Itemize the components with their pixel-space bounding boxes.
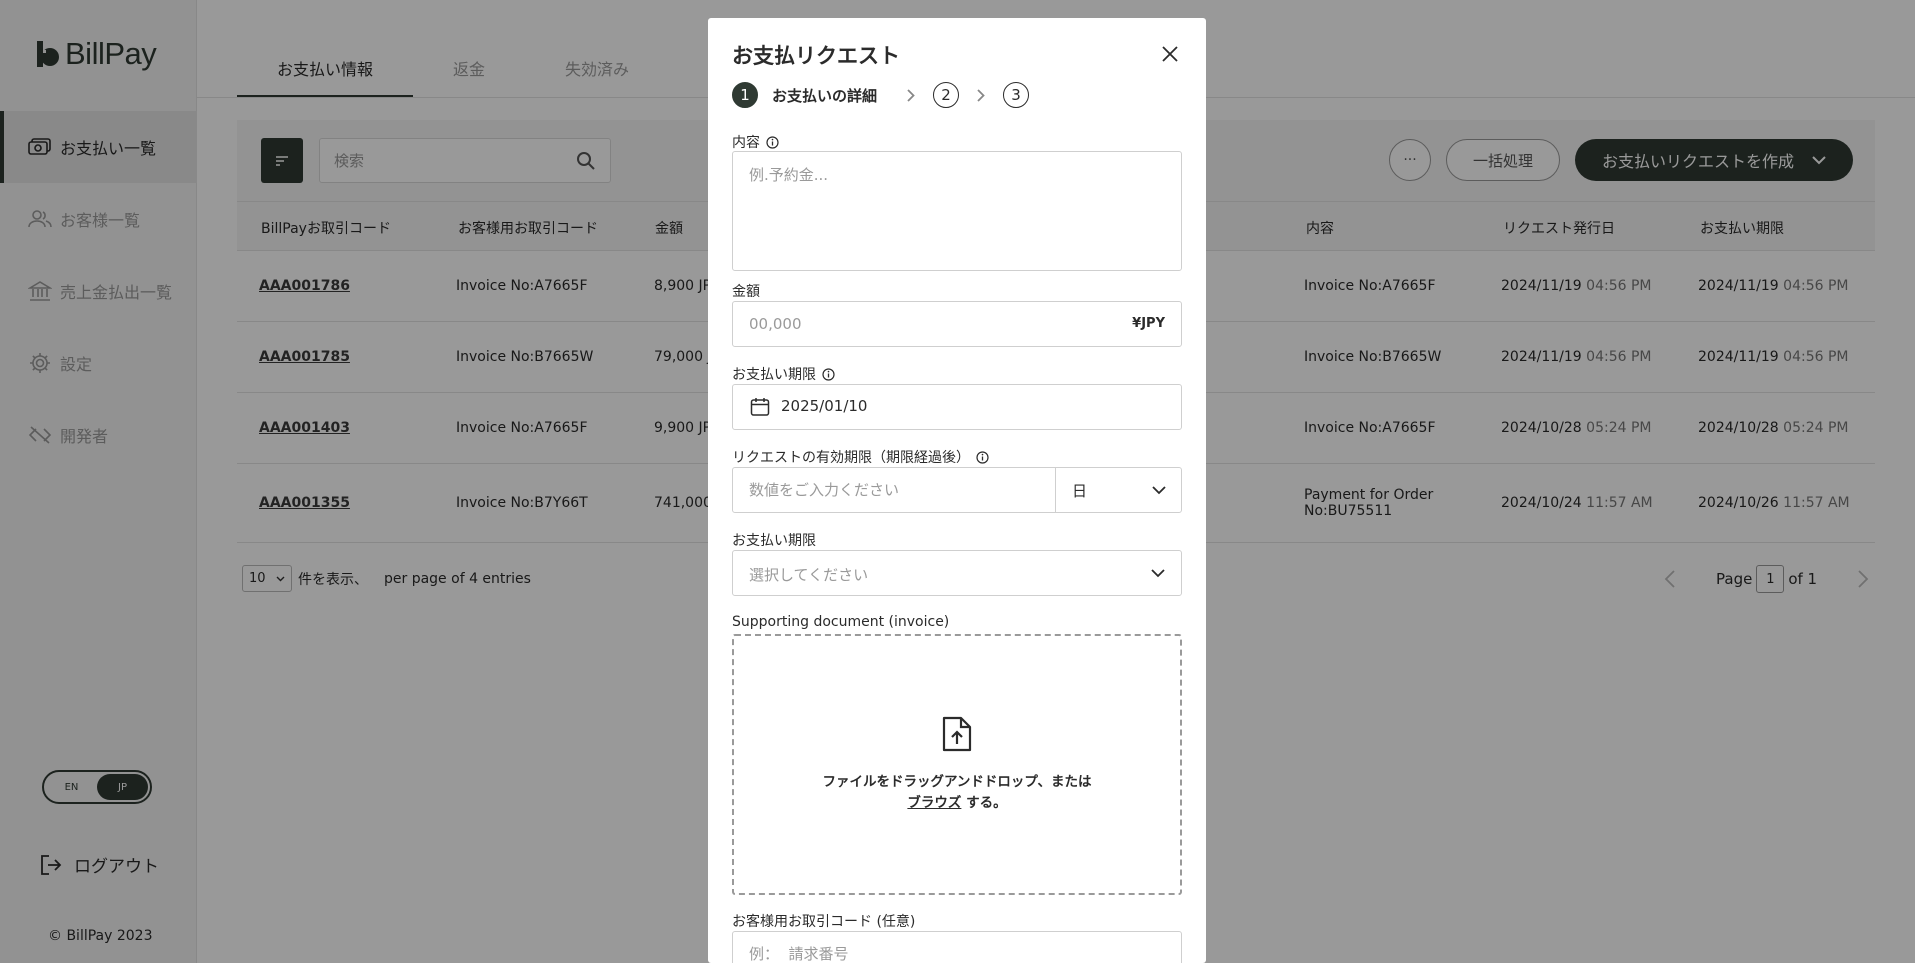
due-date-label: お支払い期限 [732, 364, 835, 384]
chevron-right-icon [977, 88, 985, 102]
step-2-indicator: 2 [933, 82, 960, 108]
file-dropzone[interactable]: ファイルをドラッグアンドドロップ、または ブラウズ する。 [732, 634, 1182, 895]
calendar-icon[interactable] [750, 397, 770, 417]
amount-label: 金額 [732, 284, 760, 300]
currency-suffix: ¥JPY [1132, 316, 1165, 331]
chevron-down-icon [1152, 485, 1166, 494]
content-field[interactable] [732, 151, 1182, 271]
close-icon [1162, 46, 1178, 62]
step-chevron [977, 88, 985, 102]
amount-field[interactable]: ¥JPY [732, 301, 1182, 347]
amount-input[interactable] [749, 314, 1089, 334]
content-textarea[interactable] [749, 164, 1167, 260]
validity-label: リクエストの有効期限（期限経過後） [732, 447, 989, 467]
step-chevron [907, 88, 915, 102]
chevron-down-icon [1151, 569, 1165, 578]
payment-request-modal: お支払リクエスト 1 お支払いの詳細 2 3 内容 金額 ¥JPY お支払い期限… [708, 18, 1206, 963]
customer-code-label: お客様用お取引コード (任意) [732, 914, 916, 930]
chevron-right-icon [907, 88, 915, 102]
due-select[interactable]: 選択してください [732, 550, 1182, 596]
modal-title: お支払リクエスト [732, 44, 900, 68]
stepper: 1 お支払いの詳細 2 3 [732, 82, 1030, 108]
file-upload-icon [942, 716, 972, 751]
validity-unit-value: 日 [1072, 481, 1088, 500]
step-1-label: お支払いの詳細 [772, 86, 878, 105]
customer-code-input[interactable] [749, 944, 1167, 963]
browse-link[interactable]: ブラウズ [907, 795, 961, 811]
info-icon[interactable] [976, 450, 989, 464]
content-label: 内容 [732, 132, 779, 152]
validity-input[interactable] [749, 480, 1039, 500]
due-select-label: お支払い期限 [732, 533, 816, 549]
customer-code-field[interactable] [732, 931, 1182, 963]
info-icon[interactable] [822, 367, 835, 381]
info-icon[interactable] [766, 135, 779, 149]
document-label: Supporting document (invoice) [732, 614, 950, 630]
validity-field[interactable]: 日 [732, 467, 1182, 513]
step-3-indicator: 3 [1003, 82, 1030, 108]
due-date-field[interactable]: 2025/01/10 [732, 384, 1182, 430]
step-1-indicator: 1 [732, 82, 758, 108]
dropzone-text: ファイルをドラッグアンドドロップ、または ブラウズ する。 [822, 773, 1092, 811]
due-date-value: 2025/01/10 [781, 397, 868, 415]
validity-unit-select[interactable]: 日 [1055, 468, 1182, 512]
due-select-placeholder: 選択してください [749, 566, 869, 584]
close-button[interactable] [1158, 42, 1182, 66]
